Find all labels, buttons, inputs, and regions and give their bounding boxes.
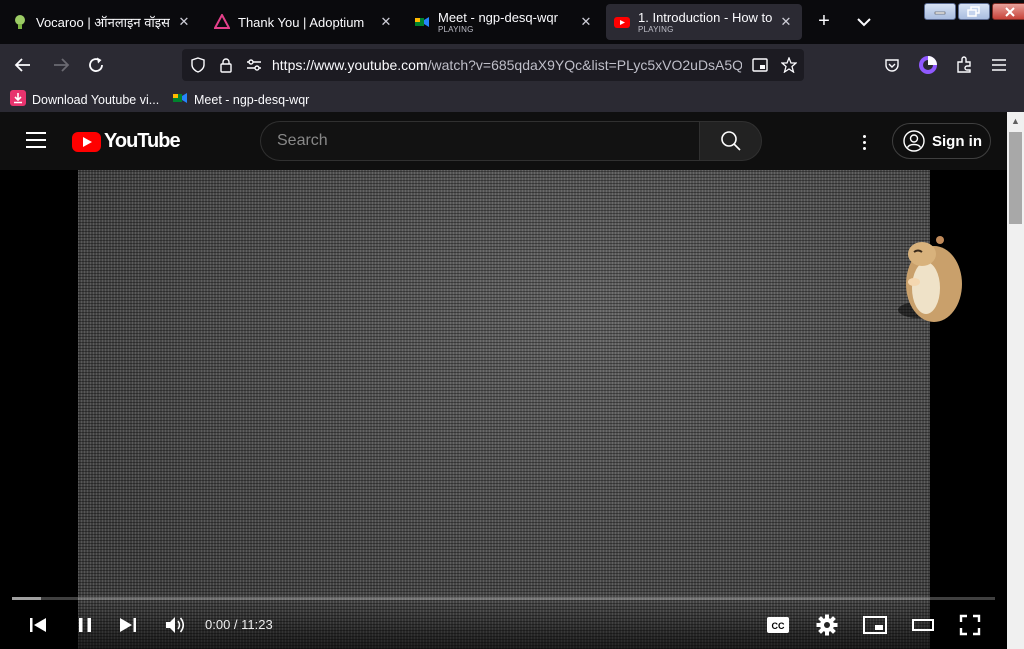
lock-icon[interactable] [218, 57, 234, 73]
bookmark-download-youtube[interactable]: Download Youtube vi... [10, 90, 159, 109]
tab-meet[interactable]: Meet - ngp-desq-wqr PLAYING ✕ [406, 4, 602, 40]
search-input[interactable] [261, 122, 700, 160]
sign-in-button[interactable]: Sign in [892, 123, 991, 159]
tab-vocaroo[interactable]: Vocaroo | ऑनलाइन वॉइस रि ✕ [4, 4, 200, 40]
close-tab-icon[interactable]: ✕ [176, 14, 192, 30]
menu-icon[interactable] [986, 52, 1012, 78]
search-icon [720, 131, 741, 151]
tab-title: 1. Introduction - How to bu [638, 10, 772, 25]
scroll-up-arrow-icon[interactable]: ▲ [1007, 112, 1024, 130]
forward-button[interactable] [48, 52, 74, 78]
tracking-protection-icon[interactable] [190, 57, 206, 73]
pocket-icon[interactable] [879, 52, 905, 78]
video-frame[interactable] [78, 170, 930, 649]
page-scrollbar[interactable]: ▲ [1007, 112, 1024, 649]
url-text[interactable]: https://www.youtube.com/watch?v=685qdaX9… [272, 57, 742, 73]
address-bar[interactable]: https://www.youtube.com/watch?v=685qdaX9… [182, 49, 804, 81]
search-box [260, 121, 700, 161]
svg-text:CC: CC [772, 621, 785, 631]
vocaroo-icon [12, 14, 28, 30]
close-tab-icon[interactable]: ✕ [578, 14, 594, 30]
tab-youtube[interactable]: 1. Introduction - How to bu PLAYING ✕ [606, 4, 802, 40]
new-tab-button[interactable]: + [812, 10, 836, 34]
close-tab-icon[interactable]: ✕ [778, 14, 794, 30]
list-all-tabs-icon[interactable] [852, 12, 876, 32]
bookmarks-toolbar: Download Youtube vi... Meet - ngp-desq-w… [0, 86, 1024, 112]
search-button[interactable] [699, 121, 762, 161]
miniplayer-icon[interactable] [863, 613, 887, 637]
settings-gear-icon[interactable] [815, 613, 839, 637]
player-controls: 0:00 / 11:23 CC [0, 600, 1007, 649]
next-icon[interactable] [116, 613, 140, 637]
tab-adoptium[interactable]: Thank You | Adoptium ✕ [206, 4, 402, 40]
adoptium-icon [214, 14, 230, 30]
download-icon [10, 90, 26, 109]
account-icon[interactable] [915, 52, 941, 78]
tab-playing-label: PLAYING [638, 25, 674, 34]
guide-menu-icon[interactable] [26, 132, 46, 148]
minimize-button[interactable] [924, 3, 956, 20]
scrollbar-thumb[interactable] [1009, 132, 1022, 224]
previous-icon[interactable] [26, 613, 50, 637]
hamster-sticker-image [898, 236, 962, 322]
tab-playing-label: PLAYING [438, 25, 474, 34]
pause-icon[interactable] [73, 613, 97, 637]
theater-mode-icon[interactable] [911, 613, 935, 637]
youtube-icon [614, 14, 630, 30]
youtube-logo[interactable]: YouTube [72, 130, 181, 153]
volume-icon[interactable] [163, 613, 187, 637]
settings-more-icon[interactable] [852, 130, 876, 154]
restore-button[interactable] [958, 3, 990, 20]
tab-strip: Vocaroo | ऑनलाइन वॉइस रि ✕ Thank You | A… [0, 0, 1024, 44]
youtube-masthead: YouTube Sign in [0, 112, 1007, 170]
close-window-button[interactable] [992, 3, 1024, 20]
captions-icon[interactable]: CC [766, 613, 790, 637]
youtube-play-logo-icon [72, 131, 101, 152]
bookmark-meet[interactable]: Meet - ngp-desq-wqr [172, 90, 309, 109]
back-button[interactable] [10, 52, 36, 78]
bookmark-star-icon[interactable] [780, 56, 798, 74]
nav-toolbar: https://www.youtube.com/watch?v=685qdaX9… [0, 44, 1024, 86]
picture-in-picture-icon[interactable] [752, 57, 768, 73]
user-icon [903, 130, 925, 152]
reload-button[interactable] [83, 52, 109, 78]
tab-title: Thank You | Adoptium [238, 14, 365, 30]
close-tab-icon[interactable]: ✕ [378, 14, 394, 30]
time-display: 0:00 / 11:23 [205, 617, 273, 632]
fullscreen-icon[interactable] [958, 613, 982, 637]
extensions-icon[interactable] [951, 52, 977, 78]
tab-title: Meet - ngp-desq-wqr [438, 10, 558, 25]
video-player[interactable]: 0:00 / 11:23 CC [0, 170, 1007, 649]
meet-icon [172, 90, 188, 109]
tab-title: Vocaroo | ऑनलाइन वॉइस रि [36, 15, 170, 30]
permissions-icon[interactable] [246, 57, 262, 73]
meet-icon [414, 14, 430, 30]
